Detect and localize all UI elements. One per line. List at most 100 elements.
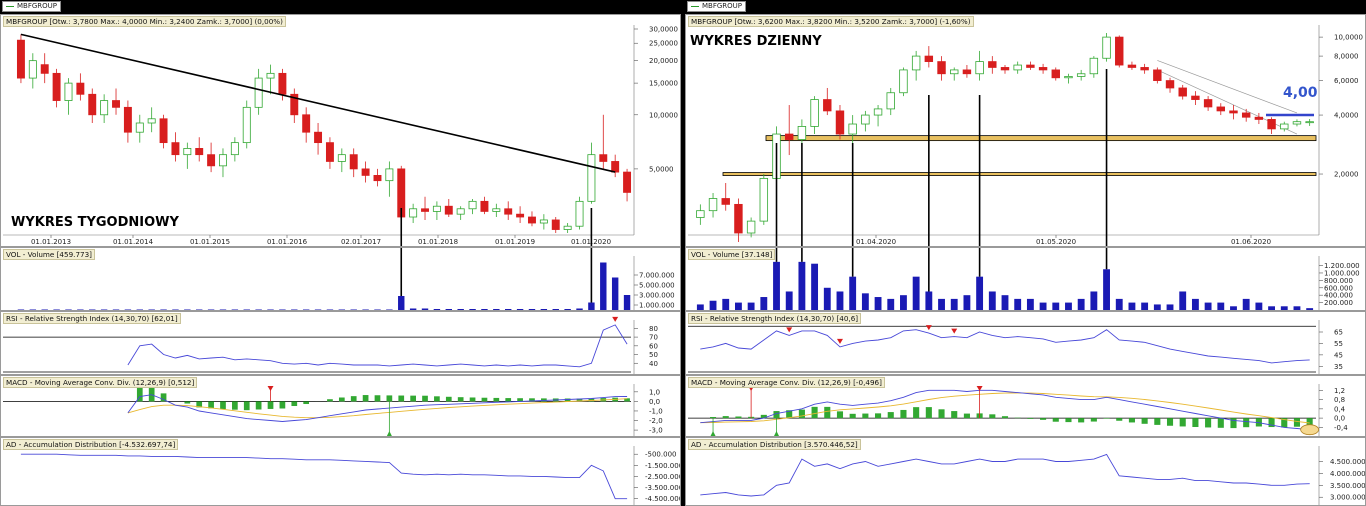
candle-body (759, 177, 769, 222)
macd-histogram-bar (836, 411, 844, 419)
weekly-volume-svg: 7.000.000 5.000.000 3.000.000 1.000.000 (17, 248, 675, 310)
candle-body (810, 99, 819, 127)
weekly-tab[interactable]: MBFGROUP (2, 1, 62, 12)
candle-body (195, 148, 204, 156)
macd-histogram-bar (938, 409, 945, 419)
date-axis-label: 02.01.2017 (341, 238, 381, 246)
price-axis-label: 6,0000 (1334, 77, 1359, 85)
candle-body (1267, 119, 1276, 130)
macd-histogram-bar (184, 401, 191, 404)
volume-bar (722, 298, 730, 310)
volume-bar (887, 298, 895, 310)
macd-histogram-bar (887, 412, 894, 419)
candle-body (1102, 36, 1111, 59)
volume-bar (1255, 302, 1263, 310)
ad-axis-label: -1.500.000 (645, 462, 681, 470)
date-axis-label: 01.06.2020 (1231, 238, 1271, 246)
volume-bar (988, 291, 996, 310)
volume-bar (231, 309, 239, 310)
weekly-volume-pane: VOL - Volume [459.773] 7.000.000 5.000.00… (0, 247, 681, 311)
price-axis-label: 10,0000 (1334, 34, 1363, 42)
volume-bar (362, 309, 369, 310)
volume-bar (516, 309, 524, 310)
volume-bar (1115, 298, 1123, 310)
volume-bar (1306, 308, 1314, 310)
rsi-axis-label: 35 (1334, 363, 1343, 371)
candle-body (1140, 67, 1149, 71)
volume-bar (29, 309, 37, 310)
volume-bar (1268, 306, 1275, 310)
volume-bar (445, 309, 452, 310)
macd-histogram-bar (798, 409, 805, 419)
candle-body (861, 114, 870, 125)
volume-bar (314, 309, 322, 310)
daily-tab[interactable]: MBFGROUP (687, 1, 747, 12)
weekly-volume-header: VOL - Volume [459.773] (3, 249, 95, 260)
candle-body (88, 93, 97, 116)
macd-histogram-bar (410, 395, 416, 402)
volume-bar (623, 295, 631, 310)
ad-axis-label: -500.000 (645, 451, 676, 459)
macd-histogram-bar (398, 395, 405, 402)
price-axis-label: 15,0000 (649, 80, 678, 88)
volume-bar (798, 261, 806, 310)
trend-channel-line (1157, 60, 1298, 114)
volume-bar (611, 277, 619, 310)
macd-histogram-bar (422, 395, 428, 402)
price-axis-label: 25,0000 (649, 40, 678, 48)
candle-body (899, 69, 908, 94)
volume-bar (540, 309, 548, 310)
macd-histogram-bar (1243, 418, 1250, 428)
rsi-line (127, 324, 628, 368)
daily-rsi-pane: RSI - Relative Strength Index (14,30,70)… (685, 311, 1366, 375)
volume-bar (950, 298, 958, 310)
volume-bar (326, 309, 334, 310)
volume-bar (1166, 304, 1174, 310)
candle-body (314, 131, 323, 144)
rsi-axis-label: 65 (1334, 329, 1343, 337)
candle-body (207, 154, 216, 167)
rsi-axis-label: 60 (649, 342, 658, 350)
candle-body (623, 171, 632, 193)
candle-body (516, 213, 525, 218)
macd-histogram-bar (1154, 418, 1161, 425)
macd-histogram-bar (232, 401, 238, 410)
candle-body (924, 55, 934, 62)
weekly-rsi-pane: RSI - Relative Strength Index (14,30,70)… (0, 311, 681, 375)
volume-bar (564, 309, 571, 310)
volume-bar (255, 309, 262, 310)
volume-bar (1242, 298, 1250, 310)
rsi-axis-label: 45 (1334, 351, 1343, 359)
price-axis-label: 8,0000 (1334, 53, 1359, 61)
macd-axis-label: -2,0 (649, 417, 663, 425)
candle-body (721, 198, 730, 205)
macd-histogram-bar (1001, 416, 1009, 419)
candle-body (1115, 36, 1124, 66)
volume-bar (1280, 306, 1288, 310)
ad-axis-label: 4.000.000 (1330, 470, 1366, 478)
candle-body (1292, 121, 1302, 125)
weekly-price-pane: MBFGROUP [Otw.: 3,7800 Max.: 4,0000 Min.… (0, 14, 681, 247)
volume-bar (469, 309, 476, 310)
volume-bar (773, 261, 780, 310)
ad-axis-label: 3.000.000 (1330, 494, 1366, 502)
price-axis-label: 5,0000 (649, 165, 674, 173)
macd-histogram-bar (1116, 418, 1123, 421)
trend-channel-line (1157, 69, 1298, 135)
date-axis-label: 01.01.2018 (418, 238, 458, 246)
macd-histogram-bar (900, 409, 907, 419)
date-axis-label: 01.01.2013 (31, 238, 71, 246)
volume-bar (184, 309, 191, 310)
candle-body (708, 198, 718, 212)
volume-bar (17, 309, 25, 310)
volume-bar (398, 296, 405, 310)
date-axis-label: 01.01.2016 (267, 238, 308, 246)
macd-axis-label: 0,8 (1334, 396, 1345, 404)
volume-bar (1039, 302, 1047, 310)
volume-bar (1217, 302, 1225, 310)
candle-body (183, 148, 192, 156)
volume-bar (112, 309, 120, 310)
volume-bar (291, 309, 298, 310)
candle-body (539, 219, 548, 224)
volume-bar (900, 295, 907, 310)
